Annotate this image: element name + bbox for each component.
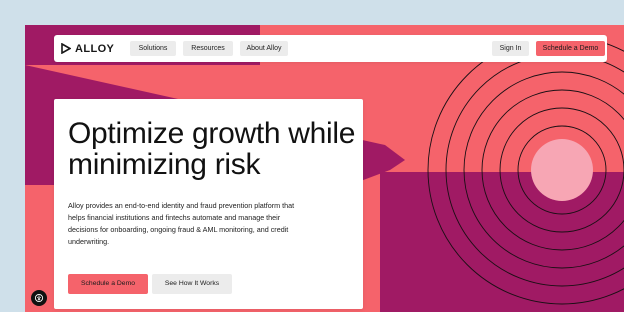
accessibility-button[interactable] <box>31 290 47 306</box>
hero-section: ALLOY Solutions Resources About Alloy Si… <box>25 25 624 312</box>
hero-card: Optimize growth while minimizing risk Al… <box>54 99 363 309</box>
nav-item-solutions[interactable]: Solutions <box>130 41 176 56</box>
alloy-logo[interactable]: ALLOY <box>61 41 114 56</box>
hero-headline: Optimize growth while minimizing risk <box>68 118 358 180</box>
nav-schedule-demo-button[interactable]: Schedule a Demo <box>536 41 605 56</box>
nav-item-resources[interactable]: Resources <box>183 41 233 56</box>
top-nav: ALLOY Solutions Resources About Alloy Si… <box>54 35 607 62</box>
logo-text: ALLOY <box>75 42 115 55</box>
schedule-demo-button[interactable]: Schedule a Demo <box>68 274 148 294</box>
see-how-it-works-button[interactable]: See How It Works <box>152 274 232 294</box>
accessibility-icon <box>34 293 44 303</box>
headline-line-1: Optimize growth while <box>68 117 356 150</box>
alloy-logo-icon <box>61 43 71 54</box>
headline-line-2: minimizing risk <box>68 148 261 181</box>
sign-in-button[interactable]: Sign In <box>492 41 529 56</box>
hero-description: Alloy provides an end-to-end identity an… <box>68 201 295 246</box>
nav-item-about[interactable]: About Alloy <box>240 41 288 56</box>
